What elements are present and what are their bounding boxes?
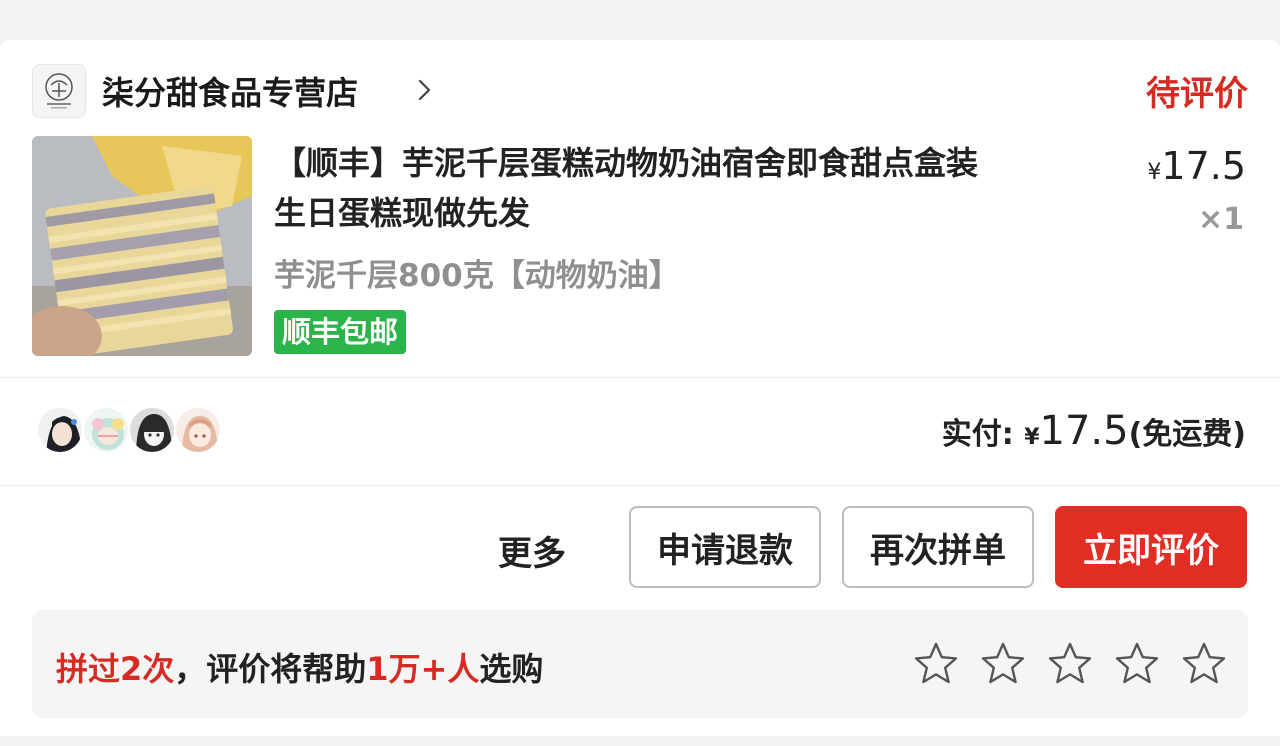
product-title-line2: 生日蛋糕现做先发 xyxy=(274,194,531,232)
product-row[interactable]: 【顺丰】芋泥千层蛋糕动物奶油宿舍即食甜点盒装 生日蛋糕现做先发 ¥17.5 ×1… xyxy=(32,136,1248,356)
cake-image xyxy=(32,136,252,356)
review-prompt-middle: ，评价将帮助 xyxy=(174,650,367,688)
price-value: 17.5 xyxy=(1161,144,1246,188)
avatar xyxy=(82,406,130,454)
product-title[interactable]: 【顺丰】芋泥千层蛋糕动物奶油宿舍即食甜点盒装 生日蛋糕现做先发 xyxy=(274,138,1114,238)
refund-button[interactable]: 申请退款 xyxy=(629,506,821,588)
paid-symbol: ¥ xyxy=(1024,425,1040,450)
paid-summary: 实付: ¥17.5(免运费) xyxy=(942,408,1246,454)
store-logo[interactable] xyxy=(32,64,86,118)
divider xyxy=(0,377,1280,378)
action-row: 更多 申请退款 再次拼单 立即评价 xyxy=(0,506,1280,590)
chevron-right-icon[interactable] xyxy=(412,78,436,102)
review-prompt-text: 拼过2次，评价将帮助1万+人选购 xyxy=(56,644,543,690)
top-background-strip xyxy=(0,0,1280,40)
star-icon[interactable] xyxy=(979,640,1027,688)
price-symbol: ¥ xyxy=(1147,160,1162,185)
star-icon[interactable] xyxy=(1180,640,1228,688)
order-status: 待评价 xyxy=(1146,74,1248,114)
more-button[interactable]: 更多 xyxy=(498,526,566,575)
group-count-text: 拼过2次 xyxy=(56,650,175,688)
avatar xyxy=(128,406,176,454)
bottom-background-strip xyxy=(0,736,1280,746)
order-card: 柒分甜食品专营店 待评价 【顺丰】芋泥千层蛋糕动物奶油宿舍即食甜点盒装 生日蛋糕… xyxy=(0,40,1280,746)
order-header: 柒分甜食品专营店 待评价 xyxy=(32,62,1248,118)
divider xyxy=(0,485,1280,486)
review-prompt-bar[interactable]: 拼过2次，评价将帮助1万+人选购 xyxy=(32,610,1248,718)
avatar xyxy=(36,406,84,454)
product-quantity: ×1 xyxy=(1197,202,1244,237)
star-icon[interactable] xyxy=(912,640,960,688)
product-price: ¥17.5 xyxy=(1147,144,1246,188)
product-spec: 芋泥千层800克【动物奶油】 xyxy=(274,258,680,294)
store-name[interactable]: 柒分甜食品专营店 xyxy=(102,68,358,114)
rebuy-button[interactable]: 再次拼单 xyxy=(842,506,1034,588)
star-icon[interactable] xyxy=(1113,640,1161,688)
review-now-button[interactable]: 立即评价 xyxy=(1055,506,1247,588)
paid-amount: 17.5 xyxy=(1039,408,1129,454)
star-icon[interactable] xyxy=(1046,640,1094,688)
product-thumbnail[interactable] xyxy=(32,136,252,356)
product-title-line1: 【顺丰】芋泥千层蛋糕动物奶油宿舍即食甜点盒装 xyxy=(274,144,979,182)
paid-label: 实付: xyxy=(941,417,1014,452)
helped-count-text: 1万+人 xyxy=(366,650,480,688)
review-prompt-suffix: 选购 xyxy=(479,650,544,688)
paid-note: (免运费) xyxy=(1128,417,1246,452)
store-logo-icon xyxy=(45,73,73,109)
avatar xyxy=(174,406,222,454)
shipping-tag: 顺丰包邮 xyxy=(274,310,407,354)
